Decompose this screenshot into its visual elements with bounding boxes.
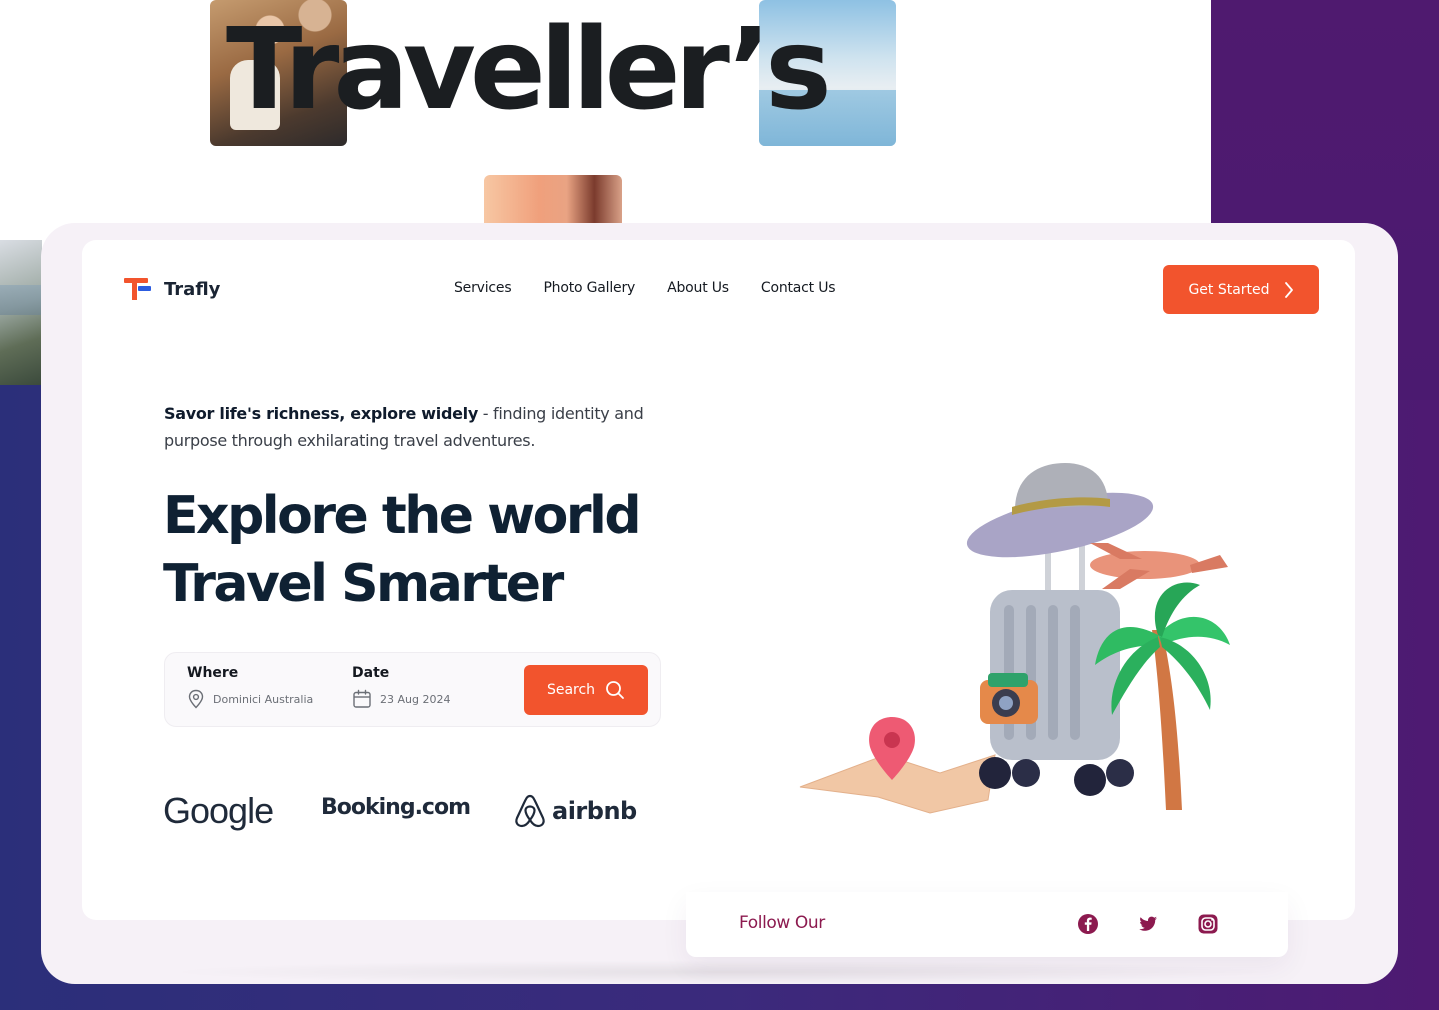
date-value: 23 Aug 2024 <box>380 692 451 706</box>
follow-label: Follow Our <box>739 913 825 933</box>
frame-shadow <box>160 960 1280 984</box>
travel-illustration <box>799 463 1230 814</box>
map-pin-icon <box>188 689 204 709</box>
tagline-emphasis: Savor life's richness, explore widely <box>164 404 478 423</box>
calendar-icon <box>353 689 371 708</box>
date-field[interactable]: Date 23 Aug 2024 <box>352 665 450 709</box>
main-nav: Services Photo Gallery About Us Contact … <box>454 280 836 296</box>
background-landscape-photo <box>0 240 42 385</box>
hero-headline: Explore the world Travel Smarter <box>163 482 642 618</box>
logo-mark-icon <box>124 278 152 300</box>
instagram-icon[interactable] <box>1197 913 1219 935</box>
get-started-label: Get Started <box>1188 281 1270 298</box>
date-label: Date <box>352 665 390 681</box>
nav-item-services[interactable]: Services <box>454 280 512 296</box>
nav-item-contact-us[interactable]: Contact Us <box>761 280 836 296</box>
search-button[interactable]: Search <box>524 665 648 715</box>
photo-travel-bag <box>484 175 622 225</box>
follow-bar: Follow Our <box>686 892 1288 957</box>
nav-item-about-us[interactable]: About Us <box>667 280 729 296</box>
airbnb-icon <box>515 794 545 828</box>
hero-word: Traveller’s <box>226 5 832 135</box>
nav-item-photo-gallery[interactable]: Photo Gallery <box>543 280 635 296</box>
facebook-icon[interactable] <box>1077 913 1099 935</box>
where-field[interactable]: Where Dominici Australia <box>187 665 313 709</box>
twitter-icon[interactable] <box>1137 913 1159 935</box>
trip-search-box: Where Dominici Australia Date 23 Aug 202… <box>164 652 661 727</box>
brand-name: Trafly <box>164 278 221 300</box>
airbnb-wordmark: airbnb <box>552 797 637 825</box>
brand-logo[interactable]: Trafly <box>124 278 220 300</box>
search-icon <box>606 681 624 699</box>
where-label: Where <box>187 665 239 681</box>
search-button-label: Search <box>546 682 596 698</box>
hero-tagline: Savor life's richness, explore widely - … <box>164 400 704 454</box>
partner-logo-booking: Booking.com <box>321 795 471 820</box>
chevron-right-icon <box>1284 281 1293 298</box>
get-started-button[interactable]: Get Started <box>1163 265 1319 314</box>
partner-logo-google: Google <box>163 790 274 831</box>
headline-line-1: Explore the world <box>163 486 642 546</box>
where-value: Dominici Australia <box>213 692 314 706</box>
partner-logo-airbnb: airbnb <box>514 793 637 829</box>
headline-line-2: Travel Smarter <box>163 554 564 614</box>
